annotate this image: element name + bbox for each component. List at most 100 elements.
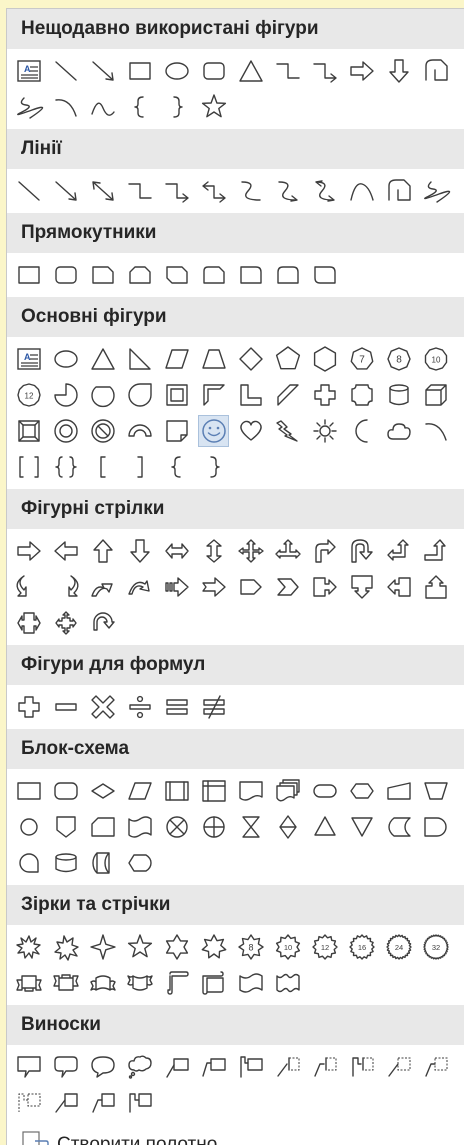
explosion2-icon[interactable] <box>51 932 80 962</box>
punched-tape-icon[interactable] <box>125 812 154 842</box>
trapezoid-icon[interactable] <box>199 344 228 374</box>
card-icon[interactable] <box>88 812 117 842</box>
pie-icon[interactable] <box>51 380 80 410</box>
line-callout2-icon[interactable] <box>199 1052 228 1082</box>
left-arrow-icon[interactable] <box>51 536 80 566</box>
scribble-icon[interactable] <box>14 92 43 122</box>
elbow-arrow-connector-icon[interactable] <box>162 176 191 206</box>
display-icon[interactable] <box>125 848 154 878</box>
minus-icon[interactable] <box>51 692 80 722</box>
up-arrow-icon[interactable] <box>88 536 117 566</box>
left-bracket-icon[interactable] <box>88 452 117 482</box>
snip-same-side-icon[interactable] <box>125 260 154 290</box>
extract-icon[interactable] <box>310 812 339 842</box>
lightning-bolt-icon[interactable] <box>273 416 302 446</box>
sequential-access-icon[interactable] <box>14 848 43 878</box>
octagon-8-icon[interactable]: 8 <box>384 344 413 374</box>
horizontal-scroll-icon[interactable] <box>199 968 228 998</box>
elbow-connector-icon[interactable] <box>125 176 154 206</box>
pentagon-arrow-icon[interactable] <box>236 572 265 602</box>
line-callout-border1-icon[interactable] <box>51 1088 80 1118</box>
merge-icon[interactable] <box>347 812 376 842</box>
ribbon-up-icon[interactable] <box>14 968 43 998</box>
left-arrow-callout-icon[interactable] <box>384 572 413 602</box>
curved-left-arrow-icon[interactable] <box>51 572 80 602</box>
rectangle-icon[interactable] <box>125 56 154 86</box>
star10-icon[interactable]: 10 <box>273 932 302 962</box>
line-icon[interactable] <box>51 56 80 86</box>
frame-icon[interactable] <box>162 380 191 410</box>
oval-icon[interactable] <box>162 56 191 86</box>
terminator-icon[interactable] <box>310 776 339 806</box>
up-arrow-callout-icon[interactable] <box>421 572 450 602</box>
connector-icon[interactable] <box>14 812 43 842</box>
double-brace-icon[interactable] <box>51 452 80 482</box>
delay-icon[interactable] <box>421 812 450 842</box>
decision-icon[interactable] <box>88 776 117 806</box>
star7-icon[interactable] <box>199 932 228 962</box>
hexagon-icon[interactable] <box>310 344 339 374</box>
plaque-icon[interactable] <box>347 380 376 410</box>
scribble-icon[interactable] <box>421 176 450 206</box>
parallelogram-icon[interactable] <box>162 344 191 374</box>
curve-icon[interactable] <box>347 176 376 206</box>
internal-storage-icon[interactable] <box>199 776 228 806</box>
data-icon[interactable] <box>125 776 154 806</box>
line-icon[interactable] <box>14 176 43 206</box>
elbow-arrow-connector-icon[interactable] <box>310 56 339 86</box>
direct-access-icon[interactable] <box>88 848 117 878</box>
star5-icon[interactable] <box>125 932 154 962</box>
collate-icon[interactable] <box>236 812 265 842</box>
rounded-rectangle-icon[interactable] <box>51 260 80 290</box>
star24-icon[interactable]: 24 <box>384 932 413 962</box>
cube-icon[interactable] <box>421 380 450 410</box>
up-down-arrow-icon[interactable] <box>199 536 228 566</box>
summing-junction-icon[interactable] <box>162 812 191 842</box>
l-shape-icon[interactable] <box>236 380 265 410</box>
alternate-process-icon[interactable] <box>51 776 80 806</box>
oval-icon[interactable] <box>51 344 80 374</box>
no-symbol-icon[interactable] <box>88 416 117 446</box>
line-callout-border2-icon[interactable] <box>88 1088 117 1118</box>
snip-single-icon[interactable] <box>88 260 117 290</box>
curved-right-arrow-icon[interactable] <box>14 572 43 602</box>
process-icon[interactable] <box>14 776 43 806</box>
block-arc-icon[interactable] <box>125 416 154 446</box>
snip-diagonal-icon[interactable] <box>162 260 191 290</box>
line-callout-nb3-icon[interactable] <box>14 1088 43 1118</box>
striped-right-arrow-icon[interactable] <box>162 572 191 602</box>
explosion1-icon[interactable] <box>14 932 43 962</box>
offpage-connector-icon[interactable] <box>51 812 80 842</box>
star32-icon[interactable]: 32 <box>421 932 450 962</box>
curved-arrow-connector-icon[interactable] <box>273 176 302 206</box>
left-up-arrow-icon[interactable] <box>384 536 413 566</box>
ribbon-down-icon[interactable] <box>51 968 80 998</box>
chord-icon[interactable] <box>88 380 117 410</box>
sun-icon[interactable] <box>310 416 339 446</box>
text-box-icon[interactable]: A <box>14 56 43 86</box>
round-same-side-icon[interactable] <box>273 260 302 290</box>
line-callout-accent1-icon[interactable] <box>273 1052 302 1082</box>
arc-icon[interactable] <box>51 92 80 122</box>
manual-input-icon[interactable] <box>384 776 413 806</box>
right-triangle-icon[interactable] <box>125 344 154 374</box>
curved-ribbon-up-icon[interactable] <box>88 968 117 998</box>
left-brace-icon[interactable] <box>162 452 191 482</box>
star4-icon[interactable] <box>88 932 117 962</box>
curved-up-arrow-icon[interactable] <box>88 572 117 602</box>
curved-double-arrow-icon[interactable] <box>310 176 339 206</box>
arc-curve-icon[interactable] <box>88 92 117 122</box>
rect-callout-icon[interactable] <box>14 1052 43 1082</box>
smiley-face-icon[interactable] <box>198 415 229 447</box>
line-callout-accent3-icon[interactable] <box>347 1052 376 1082</box>
divide-icon[interactable] <box>125 692 154 722</box>
not-equal-icon[interactable] <box>199 692 228 722</box>
moon-icon[interactable] <box>347 416 376 446</box>
can-icon[interactable] <box>384 380 413 410</box>
stored-data-icon[interactable] <box>384 812 413 842</box>
u-turn-arrow-icon[interactable] <box>347 536 376 566</box>
vertical-scroll-icon[interactable] <box>162 968 191 998</box>
star8-icon[interactable]: 8 <box>236 932 265 962</box>
line-arrow-icon[interactable] <box>88 56 117 86</box>
preparation-icon[interactable] <box>347 776 376 806</box>
